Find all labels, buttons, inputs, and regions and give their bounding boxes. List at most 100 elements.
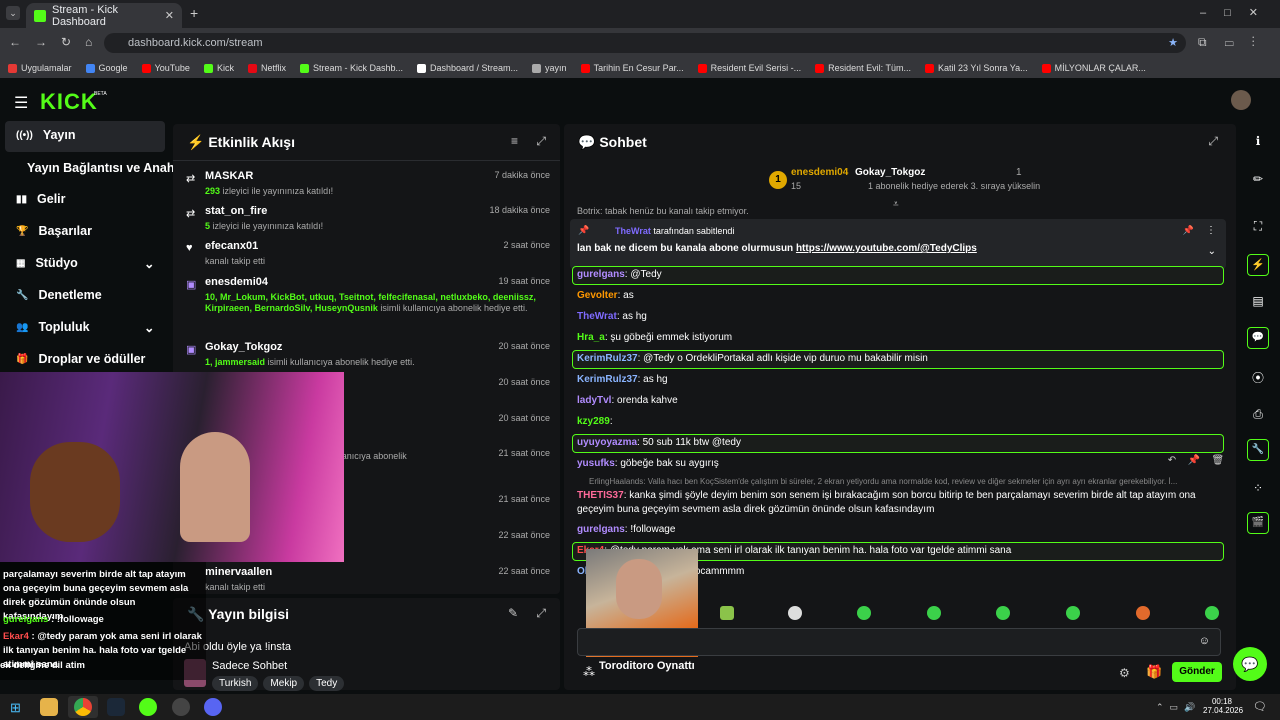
- bolt-toggle-icon[interactable]: ⚡: [1236, 254, 1280, 276]
- tag-chip[interactable]: Mekip: [263, 676, 305, 691]
- steam-icon[interactable]: [107, 698, 125, 716]
- new-tab-button[interactable]: +: [190, 5, 198, 21]
- chat-username[interactable]: yusufks: [577, 458, 615, 469]
- info-icon[interactable]: ℹ: [1236, 134, 1280, 148]
- gift-icon[interactable]: 🎁: [1146, 664, 1162, 680]
- chat-username[interactable]: gurelgans: [577, 524, 625, 535]
- chat-message[interactable]: gurelgans: @Tedy: [577, 269, 662, 280]
- document-icon[interactable]: ▤: [1236, 294, 1280, 308]
- chat-username[interactable]: Hra_a: [577, 332, 605, 343]
- chevron-down-icon[interactable]: ⌄: [144, 320, 154, 335]
- chat-message[interactable]: uyuyoyazma: 50 sub 11k btw @tedy: [577, 437, 741, 448]
- wrench-toggle-icon[interactable]: 🔧: [1236, 439, 1280, 461]
- chat-message[interactable]: gurelgans: !followage: [577, 524, 675, 535]
- chat-username[interactable]: uyuyoyazma: [577, 437, 637, 448]
- dots-icon[interactable]: ⁘: [1236, 481, 1280, 495]
- bookmark-item[interactable]: Google: [85, 63, 128, 73]
- window-controls[interactable]: –□✕: [1200, 6, 1276, 19]
- chat-message[interactable]: Hra_a: şu göbeği emmek istiyorum: [577, 332, 732, 343]
- reply-icon[interactable]: ↶: [1168, 455, 1176, 473]
- leader-name[interactable]: enesdemi04: [791, 167, 848, 178]
- emote[interactable]: [996, 606, 1010, 620]
- bookmark-item[interactable]: MİLYONLAR ÇALAR...: [1041, 63, 1146, 73]
- help-chat-button[interactable]: 💬: [1233, 647, 1267, 681]
- bookmark-item[interactable]: Dashboard / Stream...: [417, 63, 518, 73]
- more-icon[interactable]: ⋮: [1206, 225, 1216, 236]
- bookmark-item[interactable]: yayın: [532, 63, 567, 73]
- windows-start-icon[interactable]: ⊞: [10, 700, 21, 716]
- activity-username[interactable]: enesdemi04: [205, 276, 268, 288]
- activity-username[interactable]: Gokay_Tokgoz: [205, 341, 282, 353]
- popout-icon[interactable]: ⤢: [536, 134, 546, 149]
- bookmark-item[interactable]: Kick: [203, 63, 234, 73]
- points-icon[interactable]: ⁂: [583, 665, 595, 679]
- chat-input[interactable]: ☺: [577, 628, 1221, 656]
- emote[interactable]: [788, 606, 802, 620]
- nav-buttons[interactable]: ←→↻⌂: [9, 35, 106, 49]
- chat-message[interactable]: TheWrat: as hg: [577, 311, 647, 322]
- bookmark-item[interactable]: Stream - Kick Dashb...: [299, 63, 403, 73]
- clock[interactable]: 00:18 27.04.2026: [1203, 697, 1243, 715]
- chat-toggle-icon[interactable]: 💬: [1236, 327, 1280, 349]
- printer-icon[interactable]: ⎙: [1236, 407, 1280, 422]
- bookmark-item[interactable]: Netflix: [247, 63, 286, 73]
- chat-message[interactable]: Gevolter: as: [577, 290, 634, 301]
- bookmark-item[interactable]: Tarihin En Cesur Par...: [580, 63, 684, 73]
- tag-chip[interactable]: Tedy: [309, 676, 345, 691]
- browser-actions[interactable]: ⧉▭⋮: [1198, 35, 1273, 50]
- emote[interactable]: [720, 606, 734, 620]
- sidebar-item-gelir[interactable]: ▮▮ Gelir: [16, 192, 66, 206]
- chat-message[interactable]: KerimRulz37: @Tedy o OrdekliPortakal adl…: [577, 353, 928, 364]
- scan-icon[interactable]: ⛶: [1236, 219, 1280, 234]
- chat-username[interactable]: kzy289: [577, 416, 610, 427]
- sidebar-item-studyo[interactable]: ▦ Stüdyo ⌄: [16, 256, 154, 271]
- popout-icon[interactable]: ⤢: [536, 606, 546, 621]
- broadcast-icon[interactable]: ⦿: [1236, 369, 1280, 386]
- activity-username[interactable]: MASKAR: [205, 170, 253, 182]
- sidebar-item-topluluk[interactable]: 👥 Topluluk ⌄: [16, 320, 154, 335]
- edit-icon[interactable]: ✎: [508, 606, 518, 620]
- tray-icons[interactable]: ⌃▭🔊: [1156, 702, 1201, 713]
- chat-message[interactable]: KerimRulz37: as hg: [577, 374, 668, 385]
- file-explorer-icon[interactable]: [40, 698, 58, 716]
- emote[interactable]: [927, 606, 941, 620]
- discord-icon[interactable]: [204, 698, 222, 716]
- kick-logo[interactable]: KICK: [40, 89, 98, 115]
- chat-username[interactable]: THETIS37: [577, 490, 624, 501]
- trash-icon[interactable]: 🗑: [1212, 455, 1225, 473]
- sidebar-item-denetleme[interactable]: 🔧 Denetleme: [16, 288, 102, 302]
- activity-username[interactable]: stat_on_fire: [205, 205, 267, 217]
- chat-username[interactable]: gurelgans: [577, 269, 625, 280]
- chat-username[interactable]: ladyTvl: [577, 395, 611, 406]
- chevron-down-icon[interactable]: ⌄: [1208, 246, 1216, 257]
- chat-username[interactable]: TheWrat: [577, 311, 617, 322]
- tag-chip[interactable]: Turkish: [212, 676, 259, 691]
- chat-message[interactable]: ErlingHaalands: Valla hacı ben KoçSistem…: [589, 477, 1177, 486]
- chat-message[interactable]: ladyTvl: orenda kahve: [577, 395, 678, 406]
- activity-username[interactable]: efecanx01: [205, 240, 258, 252]
- menu-icon[interactable]: ☰: [14, 93, 28, 113]
- obs-icon[interactable]: [172, 698, 190, 716]
- settings-icon[interactable]: ⚙: [1119, 666, 1130, 680]
- bookmark-item[interactable]: Uygulamalar: [8, 63, 72, 73]
- avatar[interactable]: [1231, 90, 1251, 110]
- bookmark-item[interactable]: Resident Evil: Tüm...: [815, 63, 911, 73]
- bookmark-item[interactable]: Resident Evil Serisi -...: [697, 63, 801, 73]
- bookmark-star-icon[interactable]: ★: [1168, 36, 1178, 49]
- chrome-icon[interactable]: [74, 698, 92, 716]
- kick-app-icon[interactable]: [139, 698, 157, 716]
- sidebar-item-stream-key[interactable]: Yayın Bağlantısı ve Anahtarı: [27, 161, 194, 175]
- send-button[interactable]: Gönder: [1172, 662, 1222, 682]
- chat-message[interactable]: kzy289:: [577, 416, 613, 427]
- leader-name[interactable]: Gokay_Tokgoz: [855, 167, 925, 178]
- emote[interactable]: [1205, 606, 1219, 620]
- filter-icon[interactable]: ≡: [511, 134, 518, 148]
- tab-close-icon[interactable]: ✕: [165, 9, 174, 22]
- notification-icon[interactable]: 🗨: [1253, 700, 1267, 713]
- popout-icon[interactable]: ⤢: [1208, 134, 1218, 149]
- emote[interactable]: [1136, 606, 1150, 620]
- active-tab[interactable]: Stream - Kick Dashboard ✕: [26, 3, 182, 28]
- collapse-icon[interactable]: ⩡: [893, 199, 899, 210]
- sidebar-item-yayin[interactable]: ((•)) Yayın: [16, 128, 76, 142]
- emote[interactable]: [1066, 606, 1080, 620]
